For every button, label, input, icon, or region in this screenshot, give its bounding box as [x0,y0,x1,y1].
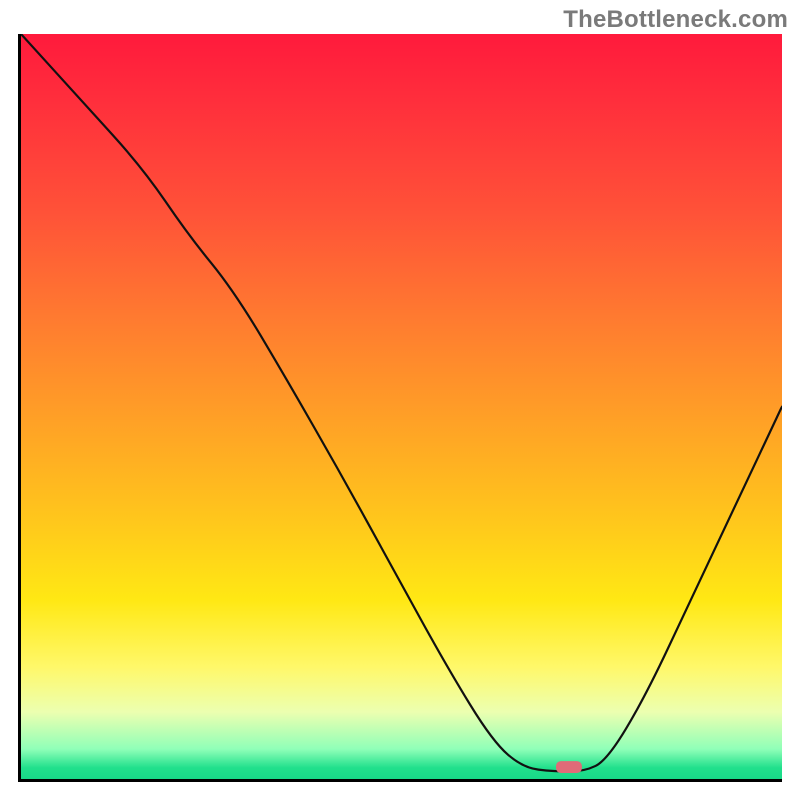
watermark-text: TheBottleneck.com [563,6,788,34]
page-root: TheBottleneck.com [0,0,800,800]
bottleneck-curve [21,34,782,772]
plot-area [18,34,782,782]
chart-svg [21,34,782,779]
optimum-marker [556,761,582,773]
